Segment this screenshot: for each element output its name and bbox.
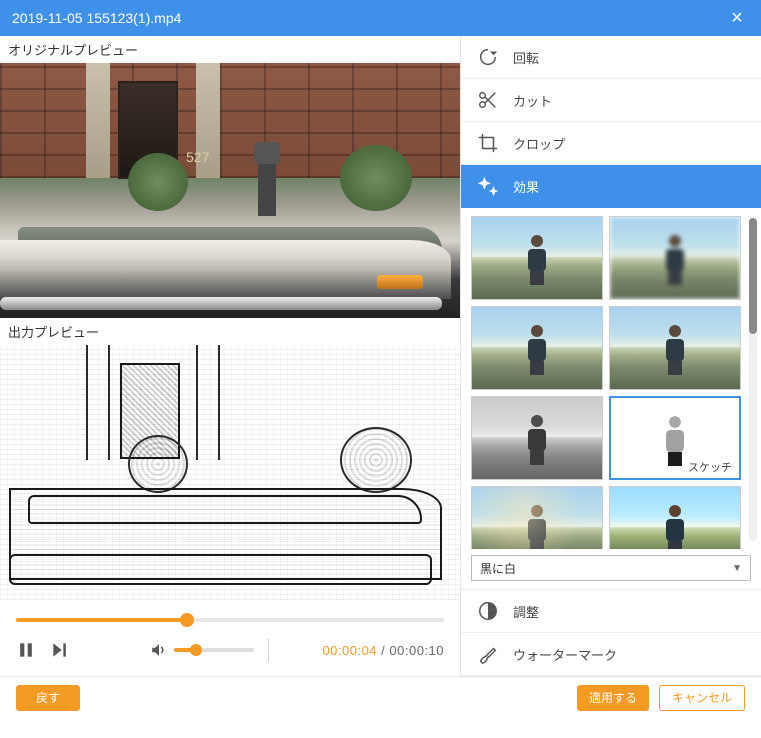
adjust-icon [477,600,499,622]
output-preview-label: 出力プレビュー [0,318,460,345]
tool-label: 回転 [513,48,539,67]
tool-effects[interactable]: 効果 [461,165,761,208]
tool-label: クロップ [513,134,565,153]
effects-panel: スケッチ 黒に白 ▼ [461,208,761,590]
apply-button[interactable]: 適用する [577,685,649,711]
volume-icon[interactable] [150,641,168,659]
crop-icon [477,132,499,154]
time-display: 00:00:04 / 00:00:10 [322,643,444,658]
effects-scrollbar[interactable] [749,218,757,541]
tool-rotate[interactable]: 回転 [461,36,761,79]
effect-thumb[interactable] [471,216,603,300]
scissors-icon [477,89,499,111]
time-current: 00:00:04 [322,643,377,658]
effect-thumb[interactable] [609,306,741,390]
footer-bar: 戻す 適用する キャンセル [0,676,761,718]
volume-control [150,639,277,661]
output-preview [0,345,460,600]
tool-crop[interactable]: クロップ [461,122,761,165]
tool-watermark[interactable]: ウォーターマーク [461,633,761,676]
tool-panel: 回転 カット クロップ [460,36,761,676]
tool-label: 効果 [513,177,539,196]
effect-thumb-selected[interactable]: スケッチ [609,396,741,480]
tool-label: カット [513,91,552,110]
seek-slider[interactable] [16,610,444,630]
volume-slider[interactable] [174,643,254,657]
tool-label: 調整 [513,602,539,621]
sparkle-icon [477,175,499,197]
player-bar: 00:00:04 / 00:00:10 [0,600,460,676]
close-icon[interactable]: × [725,6,749,30]
original-preview: 527 [0,63,460,318]
effect-thumb[interactable] [609,486,741,549]
pause-icon[interactable] [16,640,36,660]
dropdown-value: 黒に白 [480,560,516,577]
tool-cut[interactable]: カット [461,79,761,122]
house-number: 527 [186,149,209,165]
effect-variant-dropdown[interactable]: 黒に白 ▼ [471,555,751,581]
rotate-icon [477,46,499,68]
time-total: 00:00:10 [389,643,444,658]
original-preview-label: オリジナルプレビュー [0,36,460,63]
titlebar: 2019-11-05 155123(1).mp4 × [0,0,761,36]
effect-label: スケッチ [684,458,736,476]
window-title: 2019-11-05 155123(1).mp4 [12,10,181,26]
brush-icon [477,643,499,665]
cancel-button[interactable]: キャンセル [659,685,745,711]
effect-thumb[interactable] [471,396,603,480]
preview-column: オリジナルプレビュー 527 出力プレビュー [0,36,460,676]
effect-thumb[interactable] [609,216,741,300]
effect-thumb[interactable] [471,486,603,549]
reset-button[interactable]: 戻す [16,685,80,711]
tool-label: ウォーターマーク [513,645,617,664]
effect-thumb[interactable] [471,306,603,390]
chevron-down-icon: ▼ [732,563,742,574]
next-frame-icon[interactable] [50,640,70,660]
tool-adjust[interactable]: 調整 [461,590,761,633]
